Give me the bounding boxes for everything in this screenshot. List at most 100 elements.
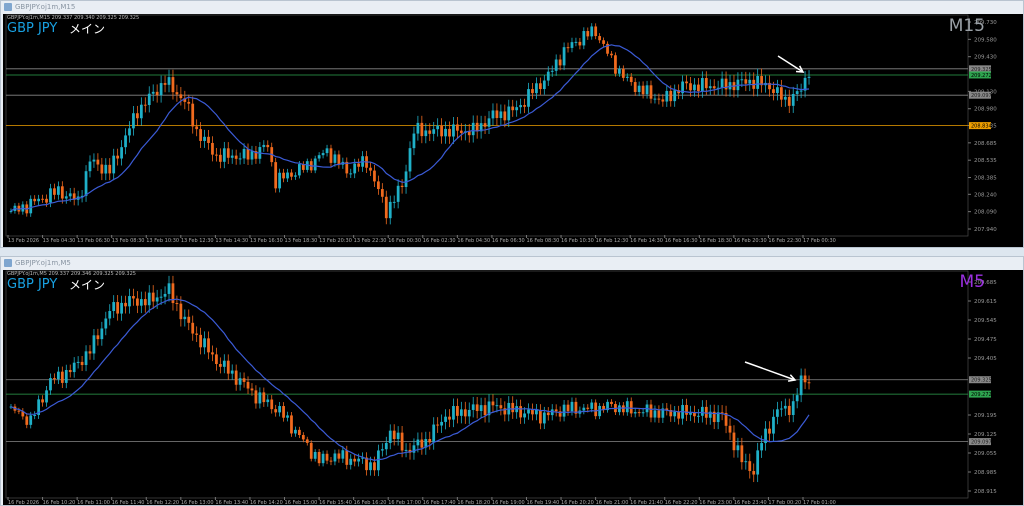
- candle-body: [274, 409, 278, 413]
- candle-body: [392, 430, 396, 440]
- x-tick-label: 16 Feb 19:00: [491, 500, 525, 506]
- candle-body: [621, 68, 625, 78]
- candle-body: [554, 409, 558, 412]
- candle-body: [625, 401, 629, 413]
- candle-body: [491, 401, 495, 406]
- candle-body: [697, 415, 700, 417]
- m5-chart-window[interactable]: GBPJPY.oj1m,M5 209.685 209.615 209.545 209.…: [0, 256, 1024, 506]
- candle-body: [404, 449, 408, 451]
- candle-body: [84, 351, 88, 366]
- candle-body: [657, 410, 661, 418]
- candle-body: [610, 53, 613, 56]
- y-tick-label: 208.535: [974, 158, 997, 164]
- m15-chart-window[interactable]: GBPJPY.oj1m,M15 209.730209.580209.430209…: [0, 0, 1024, 248]
- y-tick-label: 209.615: [974, 299, 997, 305]
- candle-body: [33, 198, 37, 202]
- candle-body: [388, 201, 392, 219]
- candle-body: [321, 453, 325, 464]
- candle-body: [428, 439, 432, 443]
- candle-body: [159, 83, 163, 96]
- candle-body: [432, 424, 436, 443]
- candle-body: [60, 186, 64, 199]
- candle-body: [562, 404, 566, 417]
- candle-body: [807, 76, 811, 78]
- y-tick-label: 208.915: [974, 489, 997, 495]
- candle-body: [618, 68, 621, 74]
- candle-body: [286, 172, 289, 179]
- chart-window-icon: [4, 259, 12, 267]
- x-tick-label: 17 Feb 00:30: [803, 238, 836, 244]
- candle-body: [33, 415, 37, 417]
- candle-body: [151, 292, 155, 302]
- x-tick-label: 17 Feb 00:20: [768, 500, 802, 506]
- candle-body: [9, 210, 13, 212]
- candle-body: [456, 406, 459, 416]
- x-tick-label: 16 Feb 11:00: [77, 500, 110, 506]
- x-tick-label: 16 Feb 17:40: [422, 500, 456, 506]
- candle-body: [270, 399, 274, 410]
- candle-body: [625, 76, 629, 78]
- candle-body: [795, 91, 799, 94]
- annotation-arrow-icon: [777, 55, 804, 73]
- window-title-bar[interactable]: GBPJPY.oj1m,M15: [1, 1, 1023, 13]
- candle-body: [527, 89, 530, 107]
- candle-body: [467, 409, 471, 417]
- candle-body: [242, 148, 246, 159]
- candle-body: [167, 77, 171, 85]
- candle-body: [207, 338, 210, 353]
- candle-body: [400, 185, 404, 188]
- candle-body: [542, 80, 546, 90]
- candle-body: [503, 111, 507, 121]
- candle-body: [424, 130, 428, 137]
- candle-body: [333, 154, 337, 163]
- x-tick-label: 13 Feb 06:30: [77, 238, 110, 244]
- symbol-label: GBP JPY: [7, 277, 58, 292]
- candle-body: [116, 155, 120, 159]
- x-tick-label: 16 Feb 20:20: [561, 500, 594, 506]
- candle-body: [373, 462, 376, 471]
- candle-body: [230, 370, 234, 374]
- candle-body: [495, 405, 499, 407]
- candle-body: [483, 123, 487, 127]
- candle-body: [45, 390, 48, 403]
- candle-body: [191, 322, 195, 334]
- timeframe-label: M15: [948, 16, 985, 36]
- x-tick-label: 16 Feb 20:30: [733, 238, 767, 244]
- price-level-label: 209.325: [971, 378, 992, 384]
- window-title-bar[interactable]: GBPJPY.oj1m,M5: [1, 257, 1023, 269]
- candle-body: [511, 402, 515, 413]
- candle-body: [550, 70, 554, 72]
- m15-chart-area[interactable]: 209.730209.580209.430209.130208.980208.8…: [3, 14, 1023, 247]
- candle-body: [68, 193, 72, 197]
- m5-candlestick-plot[interactable]: 209.685209.615209.545209.475209.405209.1…: [3, 270, 1023, 505]
- candle-body: [45, 198, 48, 203]
- candle-body: [211, 352, 214, 355]
- candle-body: [783, 96, 787, 100]
- candle-body: [803, 375, 807, 383]
- candle-body: [546, 412, 550, 416]
- candle-body: [96, 335, 100, 340]
- candle-body: [64, 196, 68, 199]
- candle-body: [282, 172, 285, 179]
- candle-body: [132, 296, 135, 299]
- x-tick-label: 16 Feb 12:20: [146, 500, 180, 506]
- candle-body: [380, 449, 384, 451]
- candle-body: [720, 78, 724, 88]
- candle-body: [195, 333, 199, 335]
- candle-body: [183, 316, 187, 320]
- m5-chart-area[interactable]: 209.685 209.615 209.545 209.475 209.405 209.1…: [3, 270, 1023, 506]
- candle-body: [329, 148, 333, 163]
- candle-body: [203, 338, 206, 348]
- candle-body: [357, 458, 361, 462]
- window-title: GBPJPY.oj1m,M5: [15, 259, 71, 267]
- candle-body: [96, 159, 100, 165]
- x-tick-label: 16 Feb 15:40: [319, 500, 352, 506]
- candle-body: [215, 154, 218, 156]
- candle-body: [321, 153, 325, 156]
- m15-candlestick-plot[interactable]: 209.730209.580209.430209.130208.980208.8…: [3, 14, 1023, 247]
- candle-body: [76, 361, 80, 363]
- timeframe-label: M5: [959, 272, 985, 292]
- candle-body: [242, 378, 246, 382]
- candle-body: [262, 392, 266, 403]
- candle-body: [799, 375, 803, 396]
